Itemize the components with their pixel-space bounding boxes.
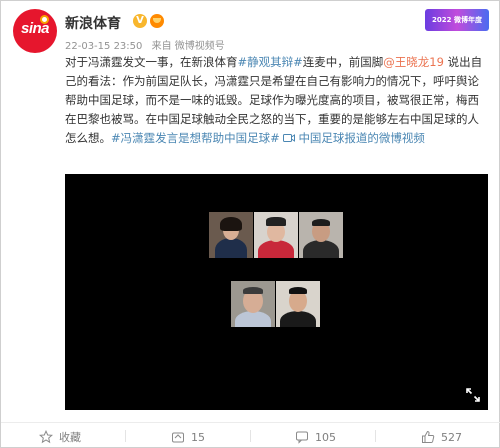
toolbar-divider [250,430,251,442]
participant-tile [254,212,298,258]
fullscreen-icon[interactable] [466,388,480,402]
like-button[interactable]: 527 [421,429,462,445]
vip-crown-icon [150,14,164,28]
repost-icon [172,432,184,443]
star-icon [39,430,53,444]
avatar[interactable]: sina [13,9,57,53]
verified-badge-icon: V [133,14,147,28]
post-header: sina 新浪体育 V 22-03-15 23:50 来自 微博视频号 2022… [13,9,489,57]
post-meta: 22-03-15 23:50 来自 微博视频号 [65,37,231,52]
video-player[interactable] [65,174,488,410]
annual-banner[interactable]: 2022 微博年度 [425,9,489,31]
post-action-bar: 收藏 15 105 527 [1,422,500,448]
post-source[interactable]: 来自 微博视频号 [152,41,225,52]
comment-count: 105 [315,430,336,444]
favorite-label: 收藏 [59,431,81,444]
video-source-link[interactable]: 中国足球报道的微博视频 [283,131,425,145]
participant-tile [276,281,320,327]
favorite-button[interactable]: 收藏 [39,429,81,445]
repost-button[interactable]: 15 [171,429,205,445]
topic-link[interactable]: #冯潇霆发言是想帮助中国足球# [111,131,280,145]
video-source-label: 中国足球报道的微博视频 [298,131,425,145]
post-body: 对于冯潇霆发文一事，在新浪体育#静观其辩#连麦中，前国脚@王晓龙19 说出自己的… [65,53,489,148]
post-timestamp[interactable]: 22-03-15 23:50 [65,41,142,52]
comment-button[interactable]: 105 [295,429,336,445]
like-count: 527 [441,430,462,444]
comment-icon [296,431,308,444]
participant-tile [209,212,253,258]
topic-link[interactable]: #静观其辩# [238,55,303,69]
avatar-logo-text: sina [20,20,50,37]
account-name[interactable]: 新浪体育 [65,13,121,33]
video-camera-icon [283,134,296,142]
post-text-segment: 连麦中，前国脚 [302,55,384,69]
post-text-segment: 对于冯潇霆发文一事，在新浪体育 [65,55,238,69]
toolbar-divider [375,430,376,442]
participant-tile [231,281,275,327]
participant-tile [299,212,343,258]
thumbs-up-icon [422,430,435,443]
toolbar-divider [125,430,126,442]
weibo-post-card: sina 新浪体育 V 22-03-15 23:50 来自 微博视频号 2022… [0,0,500,448]
mention-link[interactable]: @王晓龙19 [383,55,444,69]
repost-count: 15 [191,430,205,444]
